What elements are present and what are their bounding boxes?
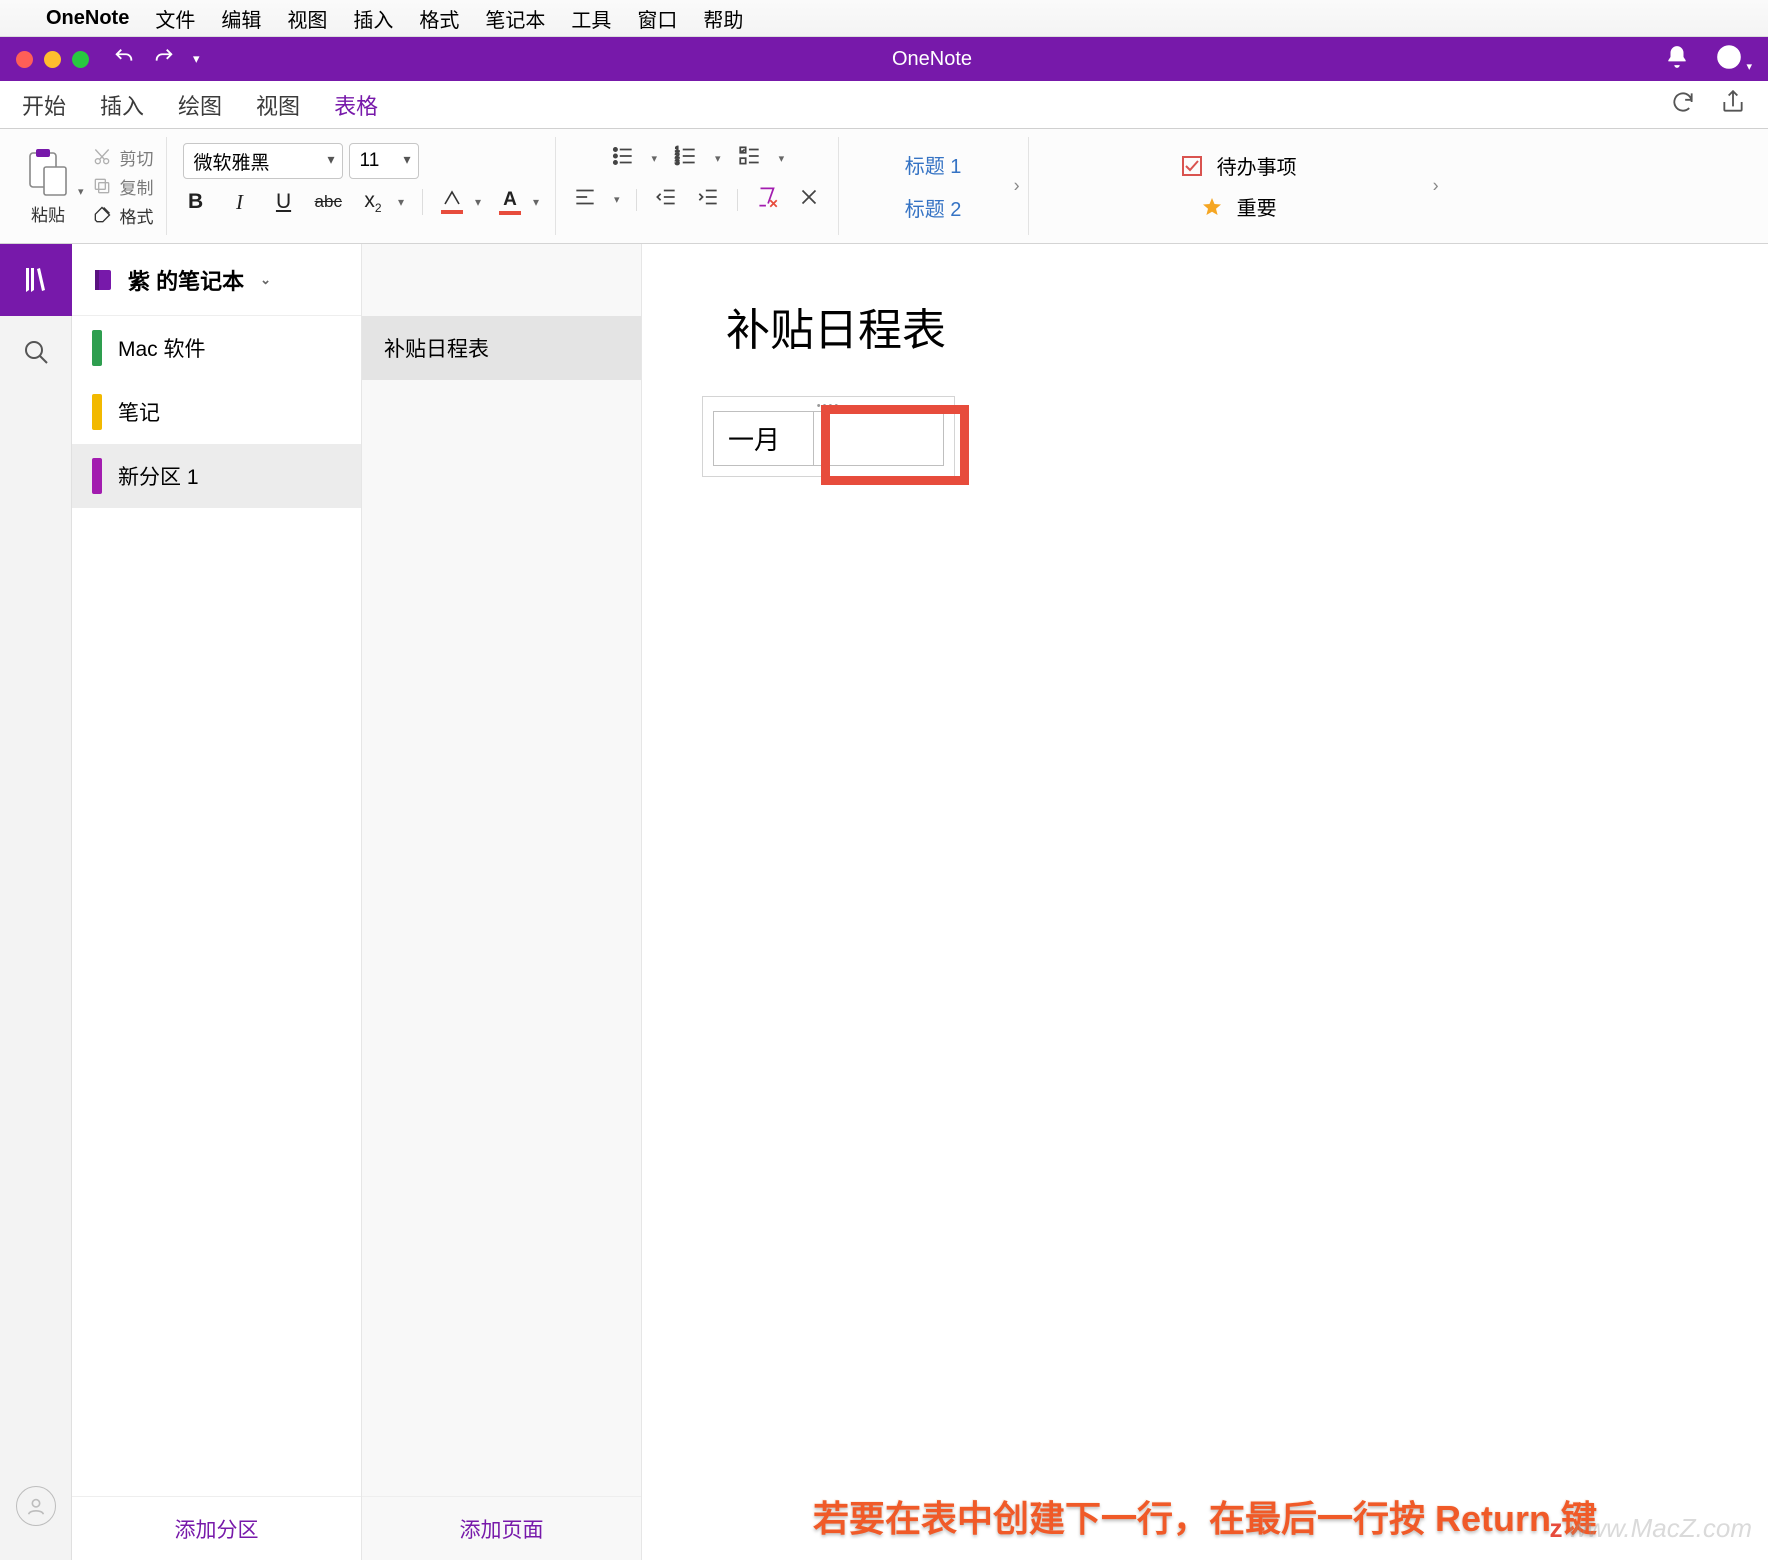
table-grip-icon[interactable]: •••• [817, 400, 840, 412]
watermark: zwww.MacZ.com [1550, 1513, 1752, 1544]
mac-menubar: OneNote 文件 编辑 视图 插入 格式 笔记本 工具 窗口 帮助 [0, 0, 1768, 37]
delete-button[interactable] [796, 184, 822, 215]
menu-insert[interactable]: 插入 [353, 4, 393, 33]
search-rail-button[interactable] [0, 316, 72, 388]
ribbon-toolbar: 粘贴 ▾ 剪切 复制 格式 B I U abc x2▾ ▾ A▾ ▾ 123▾ … [0, 129, 1768, 244]
paste-label: 粘贴 [31, 201, 65, 226]
heading-1-option[interactable]: 标题 1 [905, 150, 962, 179]
window-titlebar: ▾ OneNote ▾ [0, 37, 1768, 81]
subscript-button[interactable]: x2 [360, 189, 386, 215]
section-item[interactable]: Mac 软件 [72, 316, 361, 380]
zoom-window-button[interactable] [72, 51, 89, 68]
user-avatar[interactable] [16, 1486, 56, 1526]
bullets-button[interactable] [610, 143, 636, 174]
table-container[interactable]: •••• ◂▸ 一月 [702, 396, 955, 477]
menu-notebook[interactable]: 笔记本 [485, 4, 545, 33]
table-cell[interactable]: 一月 [714, 412, 814, 466]
tab-home[interactable]: 开始 [22, 89, 66, 121]
svg-text:3: 3 [675, 158, 679, 167]
cut-button: 剪切 [92, 145, 154, 170]
redo-button[interactable] [153, 46, 175, 73]
page-item[interactable]: 补贴日程表 [362, 316, 641, 380]
undo-button[interactable] [113, 46, 135, 73]
checkbox-icon [1181, 155, 1203, 177]
page-title[interactable]: 补贴日程表 [726, 294, 946, 358]
paste-dropdown-icon[interactable]: ▾ [78, 185, 84, 198]
heading-2-option[interactable]: 标题 2 [905, 193, 962, 222]
minimize-window-button[interactable] [44, 51, 61, 68]
indent-button[interactable] [695, 184, 721, 215]
traffic-lights [16, 51, 89, 68]
menu-edit[interactable]: 编辑 [221, 4, 261, 33]
numbering-button[interactable]: 123 [673, 143, 699, 174]
main-area: 紫 的笔记本 ⌄ Mac 软件 笔记 新分区 1 添加分区 补贴日程表 添加页面… [0, 244, 1768, 1560]
star-icon [1201, 196, 1223, 218]
tag-important[interactable]: 重要 [1201, 192, 1277, 221]
table-row: 一月 [714, 412, 944, 466]
section-item[interactable]: 笔记 [72, 380, 361, 444]
headings-group[interactable]: 标题 1 标题 2 › [839, 137, 1029, 235]
bold-button[interactable]: B [183, 190, 209, 214]
format-painter-button[interactable]: 格式 [92, 203, 154, 228]
section-color-tab [92, 458, 102, 494]
sync-icon[interactable] [1670, 89, 1696, 121]
tag-todo[interactable]: 待办事项 [1181, 151, 1297, 180]
notebook-icon [90, 267, 116, 293]
underline-button[interactable]: U [271, 190, 297, 214]
chevron-right-icon[interactable]: › [1433, 176, 1439, 197]
add-section-button[interactable]: 添加分区 [72, 1496, 361, 1560]
strikethrough-button[interactable]: abc [315, 192, 342, 212]
tab-table[interactable]: 表格 [334, 89, 378, 121]
paragraph-group: ▾ 123▾ ▾ ▾ [556, 137, 839, 235]
checklist-button[interactable] [737, 143, 763, 174]
menu-window[interactable]: 窗口 [637, 4, 677, 33]
tutorial-caption: 若要在表中创建下一行，在最后一行按 Return 键 [813, 1490, 1597, 1542]
tab-insert[interactable]: 插入 [100, 89, 144, 121]
menubar-app-name[interactable]: OneNote [46, 7, 129, 30]
section-item[interactable]: 新分区 1 [72, 444, 361, 508]
notebooks-rail-button[interactable] [0, 244, 72, 316]
font-group: B I U abc x2▾ ▾ A▾ [167, 137, 557, 235]
menu-tools[interactable]: 工具 [571, 4, 611, 33]
font-color-button[interactable]: A [499, 190, 521, 215]
section-color-tab [92, 394, 102, 430]
share-icon[interactable] [1720, 89, 1746, 121]
tags-group[interactable]: 待办事项 重要 › [1029, 137, 1449, 235]
add-page-button[interactable]: 添加页面 [362, 1496, 641, 1560]
notebook-header[interactable]: 紫 的笔记本 ⌄ [72, 244, 361, 316]
close-window-button[interactable] [16, 51, 33, 68]
pages-column: 补贴日程表 添加页面 [362, 244, 642, 1560]
paste-button[interactable]: 粘贴 [26, 147, 70, 226]
highlight-color-button[interactable] [441, 190, 463, 214]
clipboard-icon [26, 147, 70, 199]
tab-draw[interactable]: 绘图 [178, 89, 222, 121]
note-canvas[interactable]: 补贴日程表 •••• ◂▸ 一月 若要在表中创建下一行，在最后一行按 Retur… [642, 244, 1768, 1560]
menu-file[interactable]: 文件 [155, 4, 195, 33]
notebook-name: 紫 的笔记本 [128, 264, 244, 296]
menu-view[interactable]: 视图 [287, 4, 327, 33]
notifications-icon[interactable] [1664, 44, 1690, 75]
tab-view[interactable]: 视图 [256, 89, 300, 121]
italic-button[interactable]: I [227, 190, 253, 215]
table-resize-icon[interactable]: ◂▸ [934, 400, 948, 414]
account-smiley-icon[interactable]: ▾ [1716, 44, 1752, 75]
font-name-select[interactable] [183, 143, 343, 179]
note-table[interactable]: 一月 [713, 411, 944, 466]
section-color-tab [92, 330, 102, 366]
copy-button: 复制 [92, 174, 154, 199]
clipboard-group: 粘贴 ▾ 剪切 复制 格式 [14, 137, 167, 235]
align-button[interactable] [572, 184, 598, 215]
left-rail [0, 244, 72, 1560]
menu-format[interactable]: 格式 [419, 4, 459, 33]
table-cell[interactable] [814, 412, 944, 466]
font-size-select[interactable] [349, 143, 419, 179]
ribbon-tabs: 开始 插入 绘图 视图 表格 [0, 81, 1768, 129]
clear-formatting-button[interactable] [754, 184, 780, 215]
menu-help[interactable]: 帮助 [703, 4, 743, 33]
outdent-button[interactable] [653, 184, 679, 215]
chevron-down-icon: ⌄ [260, 272, 271, 288]
chevron-right-icon[interactable]: › [1014, 176, 1020, 197]
window-title: OneNote [200, 48, 1665, 71]
sections-column: 紫 的笔记本 ⌄ Mac 软件 笔记 新分区 1 添加分区 [72, 244, 362, 1560]
